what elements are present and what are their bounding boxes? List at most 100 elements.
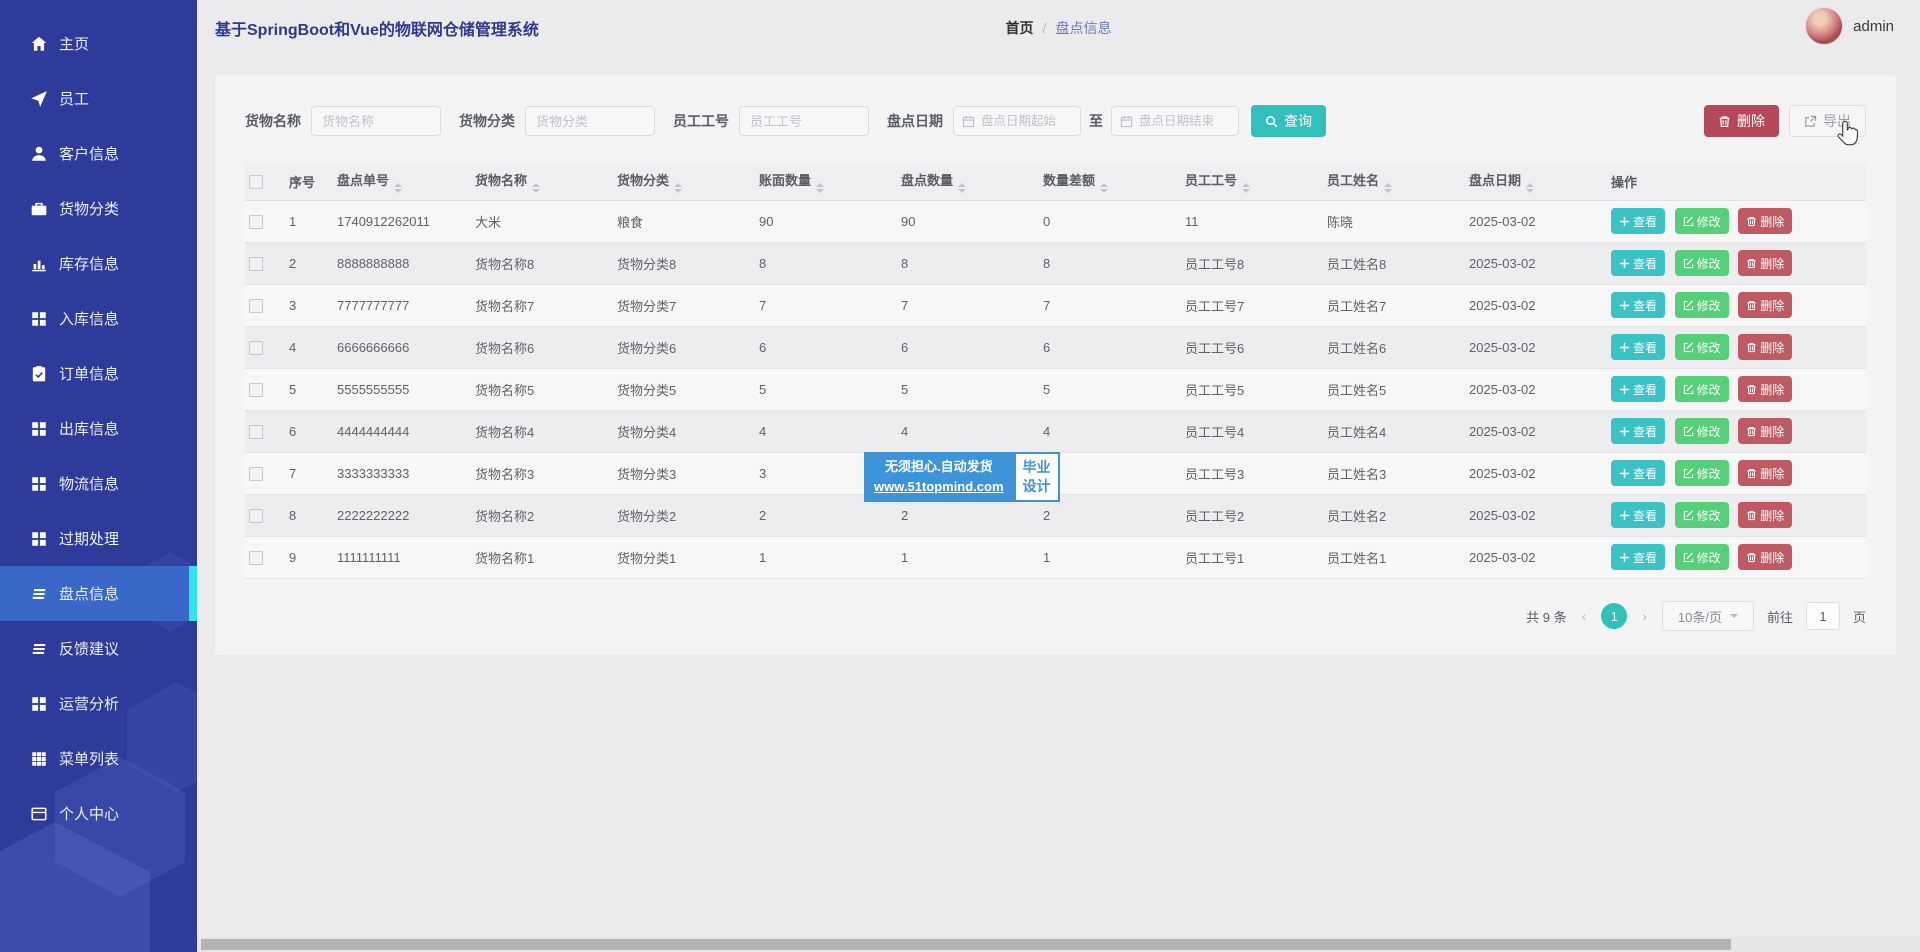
select-all-checkbox[interactable]: [249, 175, 263, 189]
delete-button[interactable]: 删除: [1738, 376, 1792, 402]
date-end-picker[interactable]: [1111, 106, 1239, 136]
row-checkbox[interactable]: [249, 425, 263, 439]
sidebar-item-outbound-info[interactable]: 出库信息: [0, 401, 197, 456]
export-button[interactable]: 导出: [1789, 105, 1866, 137]
cell-check-qty: 8: [897, 242, 1039, 284]
edit-button[interactable]: 修改: [1675, 292, 1729, 318]
column-header[interactable]: 盘点数量: [897, 163, 1039, 200]
goods-name-input[interactable]: [311, 106, 441, 136]
sort-carets-icon[interactable]: [532, 183, 540, 193]
edit-button[interactable]: 修改: [1675, 250, 1729, 276]
goods-category-input[interactable]: [525, 106, 655, 136]
next-page-button[interactable]: ›: [1640, 608, 1649, 624]
sidebar-item-expired-handle[interactable]: 过期处理: [0, 511, 197, 566]
goods-category-label: 货物分类: [459, 111, 515, 131]
breadcrumb-home[interactable]: 首页: [1006, 18, 1034, 38]
view-button[interactable]: 查看: [1611, 502, 1665, 528]
sort-carets-icon[interactable]: [674, 183, 682, 193]
column-header[interactable]: 盘点日期: [1465, 163, 1607, 200]
view-button[interactable]: 查看: [1611, 376, 1665, 402]
delete-button[interactable]: 删除: [1738, 334, 1792, 360]
sidebar-item-customer-info[interactable]: 客户信息: [0, 126, 197, 181]
view-button[interactable]: 查看: [1611, 460, 1665, 486]
column-header[interactable]: 货物名称: [471, 163, 613, 200]
column-header[interactable]: 数量差额: [1039, 163, 1181, 200]
goto-page-input[interactable]: [1806, 602, 1840, 630]
row-checkbox[interactable]: [249, 551, 263, 565]
sidebar-item-inventory-info[interactable]: 库存信息: [0, 236, 197, 291]
column-header[interactable]: 货物分类: [613, 163, 755, 200]
edit-button[interactable]: 修改: [1675, 376, 1729, 402]
view-button[interactable]: 查看: [1611, 418, 1665, 444]
sort-carets-icon[interactable]: [1384, 183, 1392, 193]
sidebar-item-stocktake-info[interactable]: 盘点信息: [0, 566, 197, 621]
edit-button[interactable]: 修改: [1675, 208, 1729, 234]
edit-button[interactable]: 修改: [1675, 334, 1729, 360]
row-checkbox[interactable]: [249, 341, 263, 355]
sidebar-item-home[interactable]: 主页: [0, 16, 197, 71]
column-header[interactable]: 员工工号: [1181, 163, 1323, 200]
edit-button[interactable]: 修改: [1675, 460, 1729, 486]
row-checkbox[interactable]: [249, 383, 263, 397]
sidebar-item-label: 盘点信息: [59, 583, 119, 604]
column-header[interactable]: 员工姓名: [1323, 163, 1465, 200]
row-checkbox[interactable]: [249, 467, 263, 481]
prev-page-button[interactable]: ‹: [1580, 608, 1589, 624]
sidebar-item-goods-category[interactable]: 货物分类: [0, 181, 197, 236]
sidebar-item-staff[interactable]: 员工: [0, 71, 197, 126]
view-button[interactable]: 查看: [1611, 208, 1665, 234]
sort-carets-icon[interactable]: [394, 183, 402, 193]
chevron-down-icon: [1730, 614, 1738, 622]
plus-icon: [1619, 552, 1630, 563]
edit-button[interactable]: 修改: [1675, 544, 1729, 570]
delete-button[interactable]: 删除: [1738, 292, 1792, 318]
column-header[interactable]: 账面数量: [755, 163, 897, 200]
delete-button[interactable]: 删除: [1738, 460, 1792, 486]
date-start-input[interactable]: [981, 114, 1072, 128]
table-body: 1 1740912262011 大米 粮食 90 90 0 11 陈晓 2025…: [245, 200, 1866, 578]
breadcrumb-current[interactable]: 盘点信息: [1055, 18, 1111, 38]
sidebar-item-logistics-info[interactable]: 物流信息: [0, 456, 197, 511]
delete-button[interactable]: 删除: [1738, 502, 1792, 528]
row-checkbox[interactable]: [249, 257, 263, 271]
sort-carets-icon[interactable]: [958, 183, 966, 193]
employee-no-input[interactable]: [739, 106, 869, 136]
sidebar-item-inbound-info[interactable]: 入库信息: [0, 291, 197, 346]
search-button[interactable]: 查询: [1251, 105, 1326, 137]
row-checkbox[interactable]: [249, 509, 263, 523]
filter-bar: 货物名称 货物分类 员工工号 盘点日期 至 查询: [215, 75, 1896, 137]
view-button[interactable]: 查看: [1611, 334, 1665, 360]
sidebar-item-label: 员工: [59, 88, 89, 109]
user-menu[interactable]: admin: [1805, 7, 1894, 45]
date-end-input[interactable]: [1139, 114, 1230, 128]
edit-button[interactable]: 修改: [1675, 502, 1729, 528]
sort-carets-icon[interactable]: [816, 183, 824, 193]
sidebar-item-personal-center[interactable]: 个人中心: [0, 786, 197, 841]
delete-button[interactable]: 删除: [1738, 208, 1792, 234]
sidebar-item-order-info[interactable]: 订单信息: [0, 346, 197, 401]
sidebar-item-operation-analysis[interactable]: 运营分析: [0, 676, 197, 731]
date-start-picker[interactable]: [953, 106, 1081, 136]
page-number-button[interactable]: 1: [1601, 603, 1627, 629]
sidebar-item-menu-list[interactable]: 菜单列表: [0, 731, 197, 786]
bulk-delete-button[interactable]: 删除: [1704, 105, 1779, 137]
page-size-select[interactable]: 10条/页: [1662, 601, 1754, 631]
cell-goods-name: 货物名称5: [471, 368, 613, 410]
avatar[interactable]: [1805, 7, 1843, 45]
edit-button[interactable]: 修改: [1675, 418, 1729, 444]
sort-carets-icon[interactable]: [1526, 183, 1534, 193]
cell-employee-name: 员工姓名7: [1323, 284, 1465, 326]
sidebar-item-feedback[interactable]: 反馈建议: [0, 621, 197, 676]
delete-button[interactable]: 删除: [1738, 418, 1792, 444]
sort-carets-icon[interactable]: [1242, 183, 1250, 193]
row-checkbox[interactable]: [249, 215, 263, 229]
row-checkbox[interactable]: [249, 299, 263, 313]
delete-button[interactable]: 删除: [1738, 250, 1792, 276]
view-button[interactable]: 查看: [1611, 250, 1665, 276]
delete-button[interactable]: 删除: [1738, 544, 1792, 570]
column-header[interactable]: 盘点单号: [333, 163, 471, 200]
scrollbar-thumb[interactable]: [201, 939, 1731, 950]
view-button[interactable]: 查看: [1611, 292, 1665, 318]
view-button[interactable]: 查看: [1611, 544, 1665, 570]
sort-carets-icon[interactable]: [1100, 183, 1108, 193]
